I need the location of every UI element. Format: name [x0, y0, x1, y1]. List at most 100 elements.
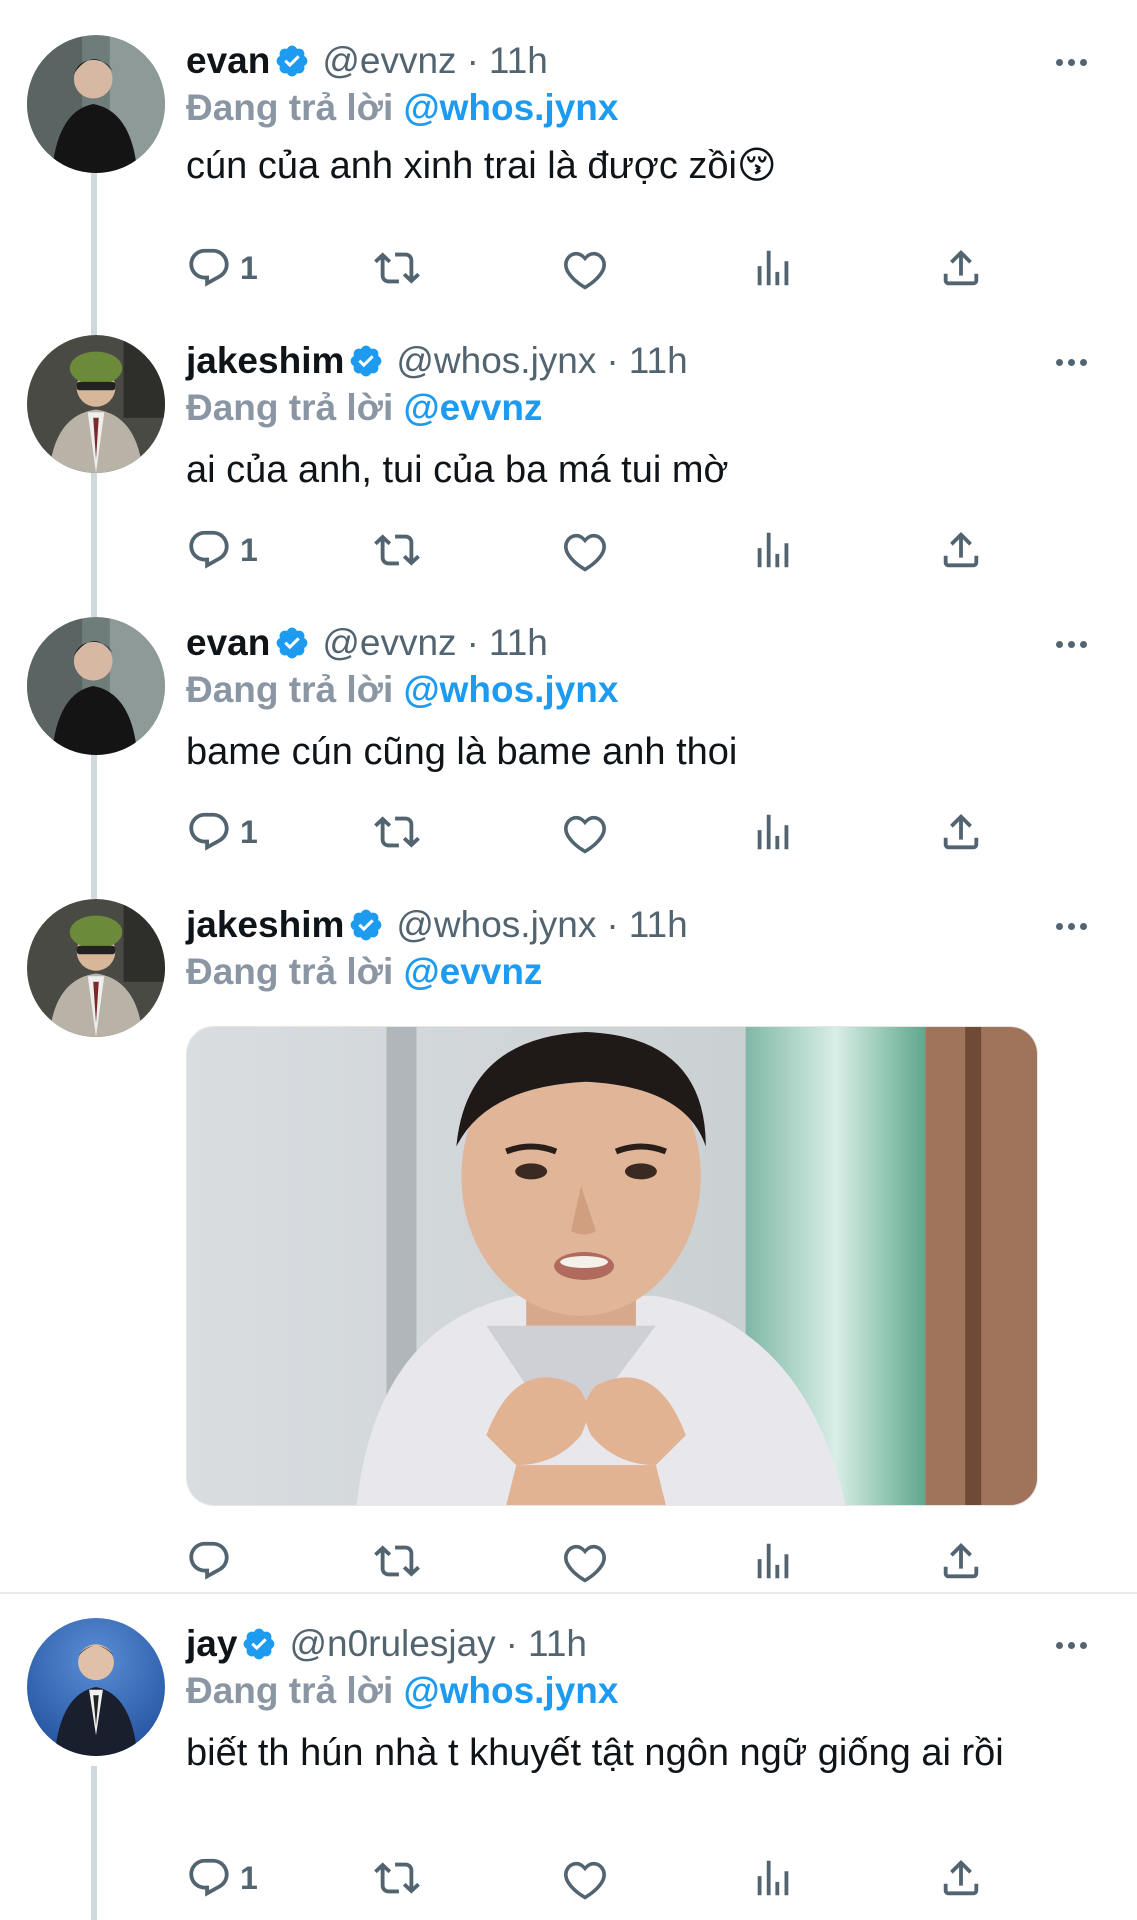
separator-dot: · [606, 904, 619, 945]
tweet-text: bame cún cũng là bame anh thoi [186, 731, 738, 773]
share-button[interactable] [938, 809, 984, 855]
share-icon [943, 531, 979, 568]
tweet-header: jakeshim @whos.jynx · 11h [186, 902, 1097, 948]
like-button[interactable] [562, 245, 608, 291]
more-icon[interactable] [1045, 342, 1097, 382]
reply-icon [189, 530, 229, 569]
more-icon[interactable] [1045, 42, 1097, 82]
reply-button[interactable] [186, 1538, 240, 1584]
avatar[interactable] [27, 335, 165, 473]
views-icon [757, 1543, 789, 1579]
mention-link[interactable]: @whos.jynx [404, 1670, 619, 1711]
like-button[interactable] [562, 527, 608, 573]
handle[interactable]: @whos.jynx [396, 338, 596, 384]
reply-button[interactable]: 1 [186, 809, 258, 855]
tweet-header: jakeshim @whos.jynx · 11h [186, 338, 1097, 384]
share-icon [943, 1859, 979, 1896]
tweet-header: jay @n0rulesjay · 11h [186, 1621, 1097, 1667]
retweet-button[interactable] [374, 527, 420, 573]
mention-link[interactable]: @whos.jynx [404, 87, 619, 128]
display-name[interactable]: jakeshim [186, 338, 344, 384]
tweet-text: cún của anh xinh trai là được zồi😚 [186, 145, 777, 187]
handle[interactable]: @evvnz [322, 620, 456, 666]
retweet-button[interactable] [374, 245, 420, 291]
retweet-button[interactable] [374, 809, 420, 855]
views-button[interactable] [750, 1538, 796, 1584]
avatar[interactable] [27, 899, 165, 1037]
verified-badge-icon [351, 909, 382, 941]
heart-hands-photo [187, 1027, 1037, 1505]
views-icon [757, 532, 789, 568]
tweet-jakeshim-1[interactable]: jakeshim @whos.jynx · 11h Đang trả lời @… [0, 300, 1137, 582]
timestamp[interactable]: 11h [489, 620, 548, 666]
share-button[interactable] [938, 1538, 984, 1584]
avatar[interactable] [27, 617, 165, 755]
replying-to: Đang trả lời @evvnz [186, 948, 1097, 996]
share-icon [943, 813, 979, 850]
reply-count: 1 [240, 531, 258, 568]
like-icon [564, 815, 606, 854]
thread-line [91, 582, 97, 617]
verified-badge-icon [276, 627, 308, 659]
tweet-evan-2[interactable]: evan @evvnz · 11h Đang trả lời @whos.jyn… [0, 582, 1137, 864]
views-button[interactable] [750, 1855, 796, 1901]
thread-line [91, 1766, 97, 1920]
reply-count: 1 [240, 249, 258, 286]
tweet-media-image[interactable] [186, 1026, 1038, 1506]
like-button[interactable] [562, 1538, 608, 1584]
timestamp[interactable]: 11h [629, 338, 688, 384]
separator-dot: · [606, 340, 619, 381]
mention-link[interactable]: @whos.jynx [404, 669, 619, 710]
tweet-text: biết th hún nhà t khuyết tật ngôn ngữ gi… [186, 1732, 1004, 1774]
like-button[interactable] [562, 1855, 608, 1901]
timestamp[interactable]: 11h [489, 38, 548, 84]
handle[interactable]: @evvnz [322, 38, 456, 84]
display-name[interactable]: evan [186, 38, 270, 84]
mention-link[interactable]: @evvnz [404, 387, 543, 428]
timestamp[interactable]: 11h [629, 902, 688, 948]
views-button[interactable] [750, 245, 796, 291]
share-button[interactable] [938, 1855, 984, 1901]
reply-button[interactable]: 1 [186, 245, 258, 291]
more-icon[interactable] [1045, 1625, 1097, 1665]
reply-icon [189, 248, 229, 287]
more-icon[interactable] [1045, 906, 1097, 946]
like-button[interactable] [562, 809, 608, 855]
avatar[interactable] [27, 1618, 165, 1756]
reply-button[interactable]: 1 [186, 527, 258, 573]
tweet-header: evan @evvnz · 11h [186, 620, 1097, 666]
tweet-jay[interactable]: jay @n0rulesjay · 11h Đang trả lời @whos… [0, 1594, 1137, 1920]
retweet-button[interactable] [374, 1855, 420, 1901]
share-button[interactable] [938, 245, 984, 291]
handle[interactable]: @n0rulesjay [289, 1621, 495, 1667]
retweet-icon [374, 1862, 420, 1894]
reply-count: 1 [240, 1859, 258, 1896]
views-button[interactable] [750, 809, 796, 855]
views-icon [757, 250, 789, 286]
timestamp[interactable]: 11h [528, 1621, 587, 1667]
separator-dot: · [466, 40, 479, 81]
share-button[interactable] [938, 527, 984, 573]
display-name[interactable]: evan [186, 620, 270, 666]
reply-icon [189, 812, 229, 851]
views-icon [757, 814, 789, 850]
separator-dot: · [466, 622, 479, 663]
retweet-button[interactable] [374, 1538, 420, 1584]
action-bar [186, 1531, 1006, 1591]
like-icon [564, 533, 606, 572]
retweet-icon [374, 534, 420, 566]
tweet-evan-1[interactable]: evan @evvnz · 11h Đang trả lời @whos.jyn… [0, 0, 1137, 300]
avatar-photo [27, 899, 165, 1037]
mention-link[interactable]: @evvnz [404, 951, 543, 992]
handle[interactable]: @whos.jynx [396, 902, 596, 948]
reply-button[interactable]: 1 [186, 1855, 258, 1901]
views-button[interactable] [750, 527, 796, 573]
more-icon[interactable] [1045, 624, 1097, 664]
avatar[interactable] [27, 35, 165, 173]
tweet-jakeshim-2[interactable]: jakeshim @whos.jynx · 11h Đang trả lời @… [0, 864, 1137, 1592]
display-name[interactable]: jay [186, 1621, 237, 1667]
display-name[interactable]: jakeshim [186, 902, 344, 948]
like-icon [564, 251, 606, 290]
replying-prefix: Đang trả lời [186, 387, 394, 428]
replying-to: Đang trả lời @whos.jynx [186, 666, 1097, 714]
